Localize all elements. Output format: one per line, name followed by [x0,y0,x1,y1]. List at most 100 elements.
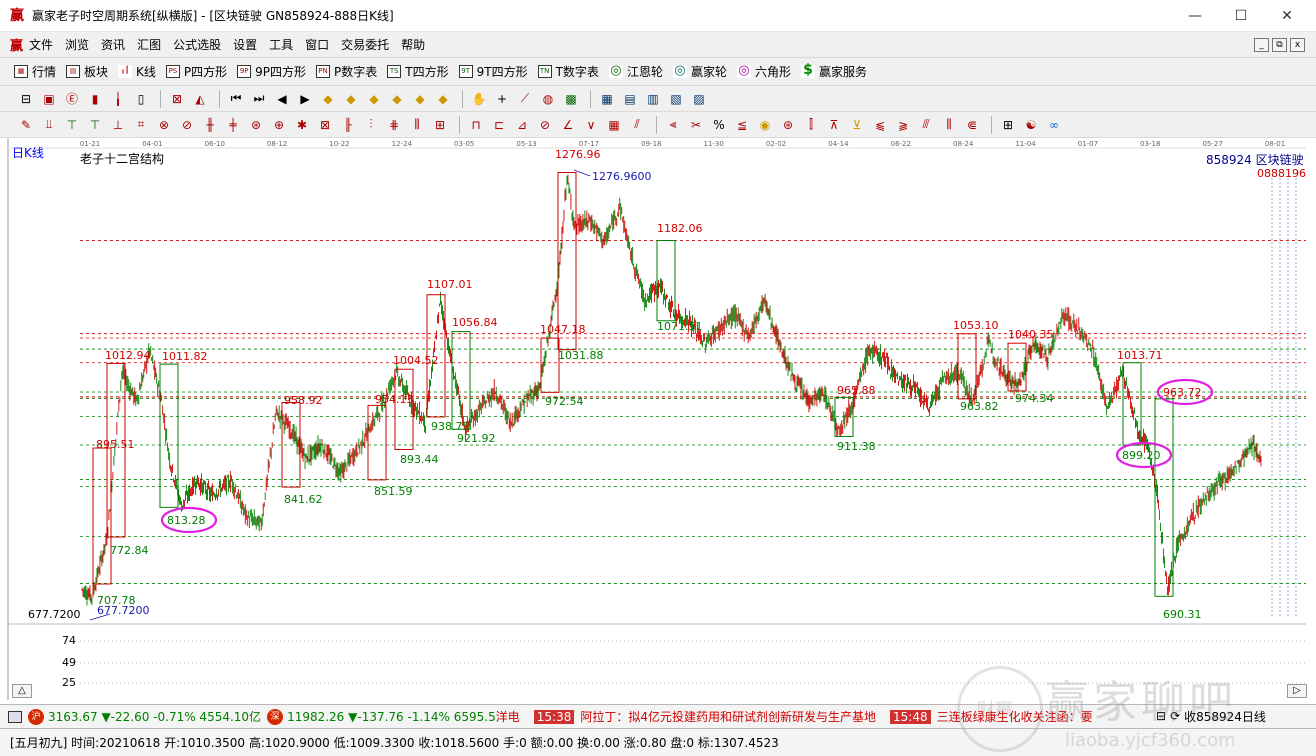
period-icon[interactable]: ▣ [39,89,59,109]
diamond-right-icon[interactable]: ◆ [387,89,407,109]
tool-icon-32[interactable]: ◉ [755,115,775,135]
candle-select-icon[interactable]: ▯ [131,89,151,109]
tool-icon-10[interactable]: ╪ [223,115,243,135]
tool-icon-11[interactable]: ⊛ [246,115,266,135]
tool-icon-16[interactable]: ⫶ [361,115,381,135]
diamond-zoom-in-icon[interactable]: ◆ [410,89,430,109]
menu-file[interactable]: 文件 [29,36,53,53]
tool-icon-20[interactable]: ⊓ [466,115,486,135]
tool-icon-05[interactable]: ⊥ [108,115,128,135]
calculator-icon[interactable]: ▤ [620,89,640,109]
pen-icon[interactable]: ✎ [16,115,36,135]
menu-trade[interactable]: 交易委托 [341,36,389,53]
tool-icon-40[interactable]: ⫼ [939,115,959,135]
maximize-button[interactable]: ☐ [1218,0,1264,32]
bar-chart-icon[interactable]: ▮ [85,89,105,109]
tool-icon-25[interactable]: ∨ [581,115,601,135]
tool-icon-19[interactable]: ⊞ [430,115,450,135]
tool-icon-24[interactable]: ∠ [558,115,578,135]
menu-window[interactable]: 窗口 [305,36,329,53]
tool-icon-06[interactable]: ⌗ [131,115,151,135]
tool-icon-13[interactable]: ✱ [292,115,312,135]
formula-icon[interactable]: Ⓔ [62,89,82,109]
tool-icon-18[interactable]: ⫼ [407,115,427,135]
t-number-table-button[interactable]: TN T数字表 [537,63,599,80]
p-square-button[interactable]: PS P四方形 [165,63,227,80]
tool-icon-15[interactable]: ╟ [338,115,358,135]
9t-square-button[interactable]: 9T 9T四方形 [458,63,528,80]
zoom-icon[interactable]: ⊠ [167,89,187,109]
tool-icon-22[interactable]: ⊿ [512,115,532,135]
minimize-button[interactable]: — [1172,0,1218,32]
prev-icon[interactable]: ◀ [272,89,292,109]
diamond-down-icon[interactable]: ◆ [341,89,361,109]
tool-icon-17[interactable]: ⋕ [384,115,404,135]
tool-icon-35[interactable]: ⊼ [824,115,844,135]
menu-chart[interactable]: 汇图 [137,36,161,53]
calendar-icon[interactable]: ▦ [597,89,617,109]
9p-square-button[interactable]: 9P 9P四方形 [237,63,306,80]
tool-icon-36[interactable]: ⊻ [847,115,867,135]
tool-icon-41[interactable]: ⋐ [962,115,982,135]
news-item-2[interactable]: 三连板绿康生化收关注函：要 [937,708,1093,725]
tool-icon-14[interactable]: ⊠ [315,115,335,135]
hexagon-button[interactable]: ◎ 六角形 [736,63,791,80]
yin-yang-icon[interactable]: ☯ [1021,115,1041,135]
winner-wheel-button[interactable]: ◎ 赢家轮 [672,63,727,80]
kline-chart-svg[interactable]: 01-21 04-01 06-10 08-12 10-22 12-24 03-05 05-13… [0,138,1316,700]
hand-icon[interactable]: ✋ [469,89,489,109]
ticker-toggle-icon[interactable] [8,710,22,723]
menu-formula[interactable]: 公式选股 [173,36,221,53]
first-icon[interactable]: ⏮ [226,89,246,109]
tool-icon-03[interactable]: ⊤ [62,115,82,135]
tool-icon-28[interactable]: ⫷ [663,115,683,135]
tool-icon-33[interactable]: ⊛ [778,115,798,135]
kline-type-icon[interactable]: ╽ [108,89,128,109]
export-icon[interactable]: ▨ [689,89,709,109]
news-item-1[interactable]: 阿拉丁：拟4亿元投建药用和研试剂创新研发与生产基地 [580,708,876,725]
refresh-icon[interactable]: ⟳ [1170,709,1180,723]
tool-icon-08[interactable]: ⊘ [177,115,197,135]
menu-settings[interactable]: 设置 [233,36,257,53]
percent-icon[interactable]: % [709,115,729,135]
tool-icon-23[interactable]: ⊘ [535,115,555,135]
sectors-button[interactable]: ▤ 板块 [66,63,108,80]
tool-icon-27[interactable]: ⫽ [627,115,647,135]
indicator-icon[interactable]: ◭ [190,89,210,109]
mdi-close-button[interactable]: x [1290,38,1305,52]
close-button[interactable]: ✕ [1264,0,1310,32]
shanghai-index[interactable]: 3163.67 ▼-22.60 -0.71% 4554.10亿 [48,708,261,725]
menu-help[interactable]: 帮助 [401,36,425,53]
tool-icon-29[interactable]: ✂ [686,115,706,135]
infinity-icon[interactable]: ∞ [1044,115,1064,135]
menu-browse[interactable]: 浏览 [65,36,89,53]
print-icon[interactable]: ▧ [666,89,686,109]
mdi-restore-button[interactable]: ⧉ [1272,38,1287,52]
p-number-table-button[interactable]: PN P数字表 [316,63,377,80]
tool-icon-38[interactable]: ⫺ [893,115,913,135]
winner-service-button[interactable]: $ 赢家服务 [800,63,867,80]
expand-right-icon[interactable]: ▷ [1287,684,1307,698]
tool-icon-34[interactable]: ⫿ [801,115,821,135]
tool-icon-31[interactable]: ≦ [732,115,752,135]
crosshair-icon[interactable]: + [492,89,512,109]
magnet-icon[interactable]: ◍ [538,89,558,109]
layout-select-icon[interactable]: ⊟ [16,89,36,109]
save-icon[interactable]: ▥ [643,89,663,109]
tool-icon-26[interactable]: ▦ [604,115,624,135]
t-square-button[interactable]: TS T四方形 [387,63,449,80]
tool-icon-37[interactable]: ⫹ [870,115,890,135]
shenzhen-index[interactable]: 11982.26 ▼-137.76 -1.14% 6595.5 [287,710,496,724]
kline-chart[interactable]: 01-21 04-01 06-10 08-12 10-22 12-24 03-05 05-13… [0,138,1316,700]
gann-wheel-button[interactable]: ◎ 江恩轮 [608,63,663,80]
collapse-up-icon[interactable]: △ [12,684,32,698]
pattern-icon[interactable]: ▩ [561,89,581,109]
draw-line-icon[interactable]: ⟋ [515,89,535,109]
diamond-zoom-out-icon[interactable]: ◆ [433,89,453,109]
mdi-minimize-button[interactable]: _ [1254,38,1269,52]
tool-icon-02[interactable]: ⫫ [39,115,59,135]
tool-icon-04[interactable]: ⊤ [85,115,105,135]
last-icon[interactable]: ⏭ [249,89,269,109]
menu-tools[interactable]: 工具 [269,36,293,53]
next-icon[interactable]: ▶ [295,89,315,109]
